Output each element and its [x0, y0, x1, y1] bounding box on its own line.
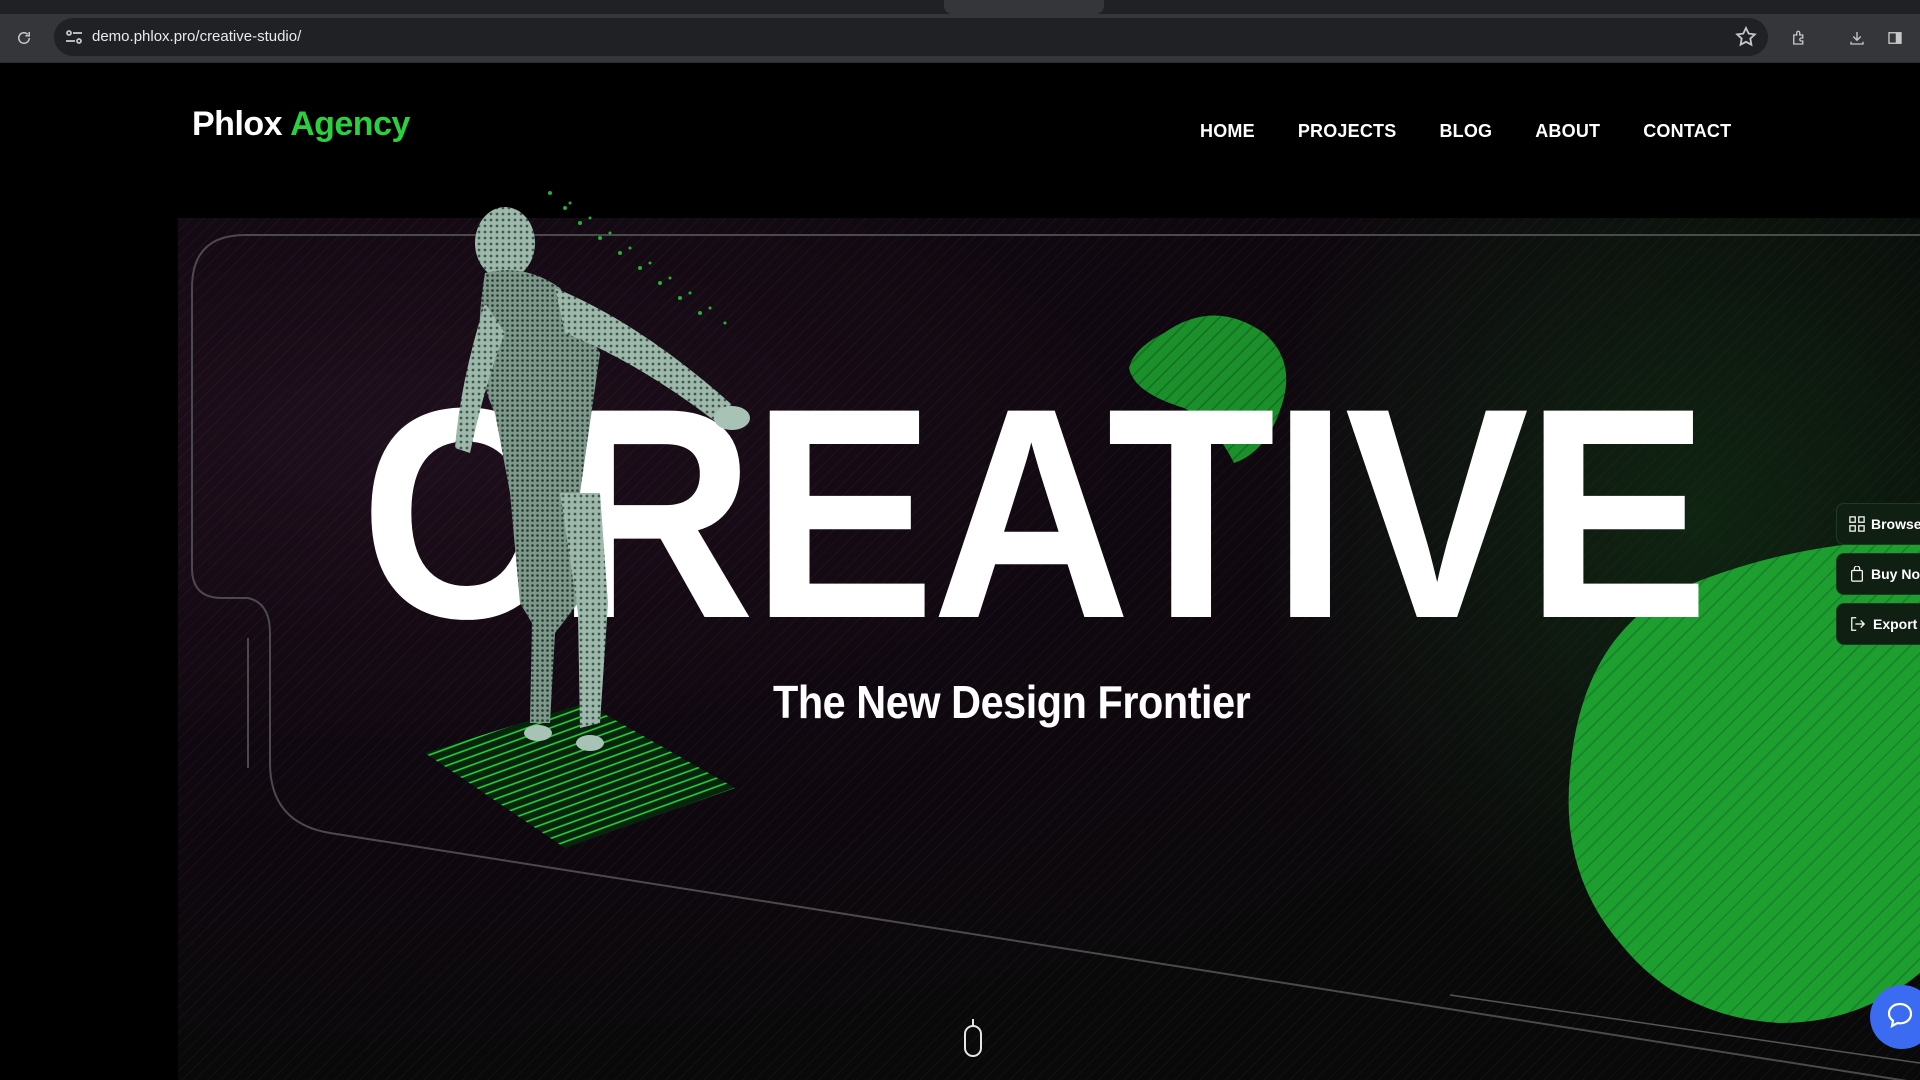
export-icon — [1849, 615, 1867, 633]
browser-toolbar: demo.phlox.pro/creative-studio/ — [0, 14, 1920, 63]
grid-icon — [1849, 515, 1865, 533]
side-panel-icon[interactable] — [1883, 26, 1907, 50]
bookmark-star-icon[interactable] — [1734, 25, 1758, 49]
export-button[interactable]: Export — [1836, 603, 1920, 645]
halftone-person-figure — [455, 191, 750, 751]
browse-button[interactable]: Browse — [1836, 503, 1920, 545]
url-text[interactable]: demo.phlox.pro/creative-studio/ — [92, 28, 301, 45]
logo-accent: Agency — [290, 105, 410, 143]
site-logo[interactable]: Phlox Agency — [192, 105, 410, 144]
logo-primary: Phlox — [192, 105, 283, 143]
main-nav: HOME PROJECTS BLOG ABOUT CONTACT — [1200, 121, 1731, 142]
bag-icon — [1849, 565, 1865, 583]
download-icon[interactable] — [1845, 26, 1869, 50]
browse-label: Browse — [1871, 516, 1920, 532]
scroll-down-mouse-icon[interactable] — [964, 1019, 982, 1057]
address-bar[interactable]: demo.phlox.pro/creative-studio/ — [54, 18, 1768, 56]
chat-icon — [1886, 1001, 1914, 1034]
browser-tabstrip — [0, 0, 1920, 14]
nav-blog[interactable]: BLOG — [1439, 121, 1492, 142]
active-tab[interactable] — [944, 0, 1104, 14]
floating-side-panel: Browse Buy No Export — [1836, 503, 1920, 653]
nav-about[interactable]: ABOUT — [1535, 121, 1600, 142]
nav-contact[interactable]: CONTACT — [1643, 121, 1731, 142]
hero-subtitle: The New Design Frontier — [773, 676, 1251, 728]
nav-home[interactable]: HOME — [1200, 121, 1255, 142]
export-label: Export — [1873, 616, 1918, 632]
nav-projects[interactable]: PROJECTS — [1298, 121, 1397, 142]
extensions-icon[interactable] — [1787, 26, 1811, 50]
webpage: Phlox Agency HOME PROJECTS BLOG ABOUT CON… — [0, 63, 1920, 1080]
site-info-icon[interactable] — [62, 25, 86, 49]
buy-now-button[interactable]: Buy No — [1836, 553, 1920, 595]
reload-icon[interactable] — [12, 26, 36, 50]
buy-now-label: Buy No — [1871, 566, 1920, 582]
